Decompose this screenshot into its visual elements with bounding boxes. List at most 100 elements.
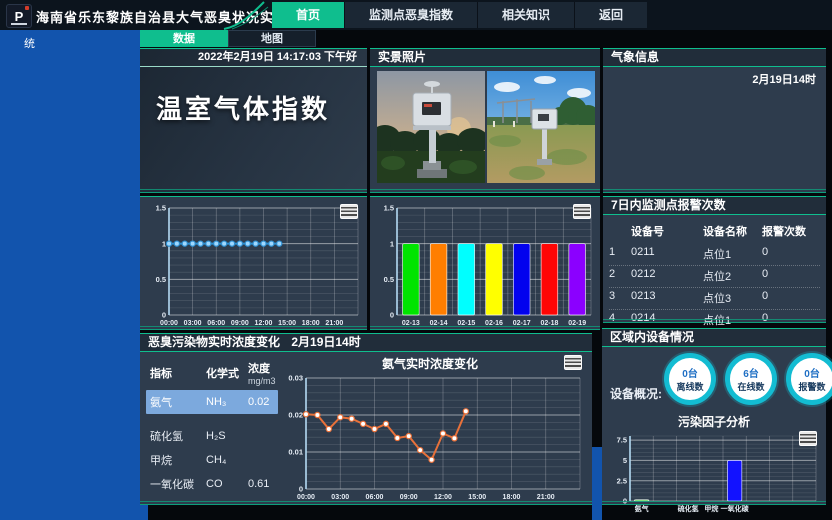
svg-text:21:00: 21:00 [325,320,343,327]
svg-text:0: 0 [623,497,627,506]
svg-text:0: 0 [390,311,394,320]
svg-text:06:00: 06:00 [207,320,225,327]
svg-text:06:00: 06:00 [366,494,384,501]
site-photo-dusk [377,71,485,183]
daily-index-chart-panel: 0 0.5 1 1.5 02-13 02-14 02-15 02-16 02-17 02-18 02… [370,196,600,330]
greenhouse-chart-panel: 00.511.500:0003:0006:0009:0012:0015:0018… [140,196,367,330]
svg-text:03:00: 03:00 [184,320,202,327]
svg-text:03:00: 03:00 [331,494,349,501]
table-row: 10211点位10 [609,244,820,266]
nav-item-odor-index[interactable]: 监测点恶臭指数 [344,2,477,28]
pollutant-row[interactable]: 甲烷CH₄ [146,448,278,472]
svg-text:12:00: 12:00 [434,494,452,501]
logo-bar [11,23,27,25]
svg-text:0.5: 0.5 [384,275,394,284]
logo-letter: P [15,9,24,24]
pollutant-panel-title: 恶臭污染物实时浓度变化 2月19日14时 [140,334,592,352]
alarm-table-panel: 7日内监测点报警次数 设备号 设备名称 报警次数 10211点位1020212点… [603,196,826,323]
greenhouse-line-chart: 00.511.500:0003:0006:0009:0012:0015:0018… [143,200,364,328]
col-device-id: 设备号 [631,223,703,239]
top-bar: P 海南省乐东黎族自治县大气恶臭状况实时发布系 首页监测点恶臭指数相关知识返回 [0,0,832,30]
svg-text:00:00: 00:00 [297,494,315,501]
svg-text:0: 0 [299,485,303,494]
svg-text:15:00: 15:00 [468,494,486,501]
pollutant-time: 2月19日14时 [291,335,360,349]
col-alarm-count: 报警次数 [762,223,820,239]
svg-text:7.5: 7.5 [617,436,627,445]
stat-value: 0台 [804,365,820,380]
col-device-name: 设备名称 [703,223,762,239]
svg-text:02-17: 02-17 [513,320,531,327]
svg-text:1: 1 [390,239,394,248]
stat-label: 离线数 [676,380,703,393]
stat-circle-online: 6台在线数 [725,353,777,405]
stat-value: 6台 [743,365,759,380]
nh3-line-chart: 00.010.020.0300:0003:0006:0009:0012:0015… [280,370,586,502]
app-title-wrap: 统 [24,35,35,51]
svg-text:0: 0 [162,311,166,320]
svg-text:02-19: 02-19 [568,320,586,327]
svg-text:0.5: 0.5 [156,275,166,284]
stat-label: 在线数 [737,380,764,393]
photos-panel: 实景照片 [370,48,600,193]
factor-bar-chart: 0 2.5 5 7.5 氨气 硫化氢甲烷一氧化碳 [606,428,822,514]
svg-text:硫化氢: 硫化氢 [678,504,699,513]
svg-text:0.03: 0.03 [288,374,303,383]
svg-text:氨气: 氨气 [635,504,649,513]
nav-item-back[interactable]: 返回 [574,2,647,28]
pollutant-row[interactable]: 硫化氢H₂S [146,424,278,448]
chart-menu-icon[interactable] [573,204,591,219]
svg-text:02-15: 02-15 [457,320,475,327]
main-nav: 首页监测点恶臭指数相关知识返回 [272,2,647,28]
daily-index-bar-chart: 0 0.5 1 1.5 02-13 02-14 02-15 02-16 02-17 02-18 02… [373,200,597,328]
svg-text:18:00: 18:00 [302,320,320,327]
site-photo-field [487,71,595,183]
pollutant-table: 指标 化学式 浓度mg/m3 氨气NH₃0.02 硫化氢H₂S甲烷CH₄一氧化碳C… [146,356,278,496]
device-overview-label: 设备概况: [610,385,662,402]
alarm-table-header: 设备号 设备名称 报警次数 [609,221,820,244]
left-sidebar-bottom [0,447,148,520]
svg-text:5: 5 [623,456,627,465]
device-stat-circles: 0台离线数6台在线数0台报警数 [664,353,832,405]
devices-panel: 区域内设备情况 设备概况: 0台离线数6台在线数0台报警数 污染因子分析 02.… [602,328,826,505]
pollutant-table-header: 指标 化学式 浓度mg/m3 [146,356,278,390]
datetime-text: 2022年2月19日 14:17:03 下午好 [140,49,367,67]
svg-text:甲烷: 甲烷 [704,504,718,513]
svg-text:02-16: 02-16 [485,320,503,327]
nav-item-knowledge[interactable]: 相关知识 [477,2,574,28]
swoosh-decoration-icon [222,0,274,30]
svg-text:1.5: 1.5 [384,204,394,213]
svg-text:18:00: 18:00 [503,494,521,501]
svg-text:2.5: 2.5 [617,476,627,485]
greeting-panel: 2022年2月19日 14:17:03 下午好 温室气体指数 [140,48,367,193]
svg-text:02-14: 02-14 [430,320,448,327]
chart-menu-icon[interactable] [340,204,358,219]
weather-panel-title: 气象信息 [603,49,826,67]
column-gap-accent [592,447,602,520]
chart-menu-icon[interactable] [564,355,582,370]
tab-data[interactable]: 数据 [140,30,228,47]
nav-item-home[interactable]: 首页 [272,2,344,28]
devices-panel-title: 区域内设备情况 [602,329,826,347]
logo-red-dot [25,6,29,10]
weather-time: 2月19日14时 [752,71,816,87]
svg-text:一氧化碳: 一氧化碳 [721,504,750,513]
svg-text:0.02: 0.02 [288,411,303,420]
svg-text:02-18: 02-18 [540,320,558,327]
dashboard-root: P 海南省乐东黎族自治县大气恶臭状况实时发布系 首页监测点恶臭指数相关知识返回 … [0,0,832,520]
svg-text:1: 1 [162,239,166,248]
chart-menu-icon[interactable] [799,431,817,446]
pollutant-row[interactable]: 一氧化碳CO0.61 [146,472,278,496]
stat-value: 0台 [682,365,698,380]
left-sidebar [0,30,140,447]
pollutant-panel: 恶臭污染物实时浓度变化 2月19日14时 指标 化学式 浓度mg/m3 氨气NH… [140,333,592,505]
tab-map[interactable]: 地图 [228,30,316,47]
svg-text:02-13: 02-13 [402,320,420,327]
pollutant-title-text: 恶臭污染物实时浓度变化 [148,335,280,349]
pollutant-row[interactable]: 氨气NH₃0.02 [146,390,278,414]
svg-text:1.5: 1.5 [156,204,166,213]
svg-text:12:00: 12:00 [255,320,273,327]
svg-text:21:00: 21:00 [537,494,555,501]
view-tabs: 数据地图 [140,30,316,47]
photo-strip [377,71,595,183]
